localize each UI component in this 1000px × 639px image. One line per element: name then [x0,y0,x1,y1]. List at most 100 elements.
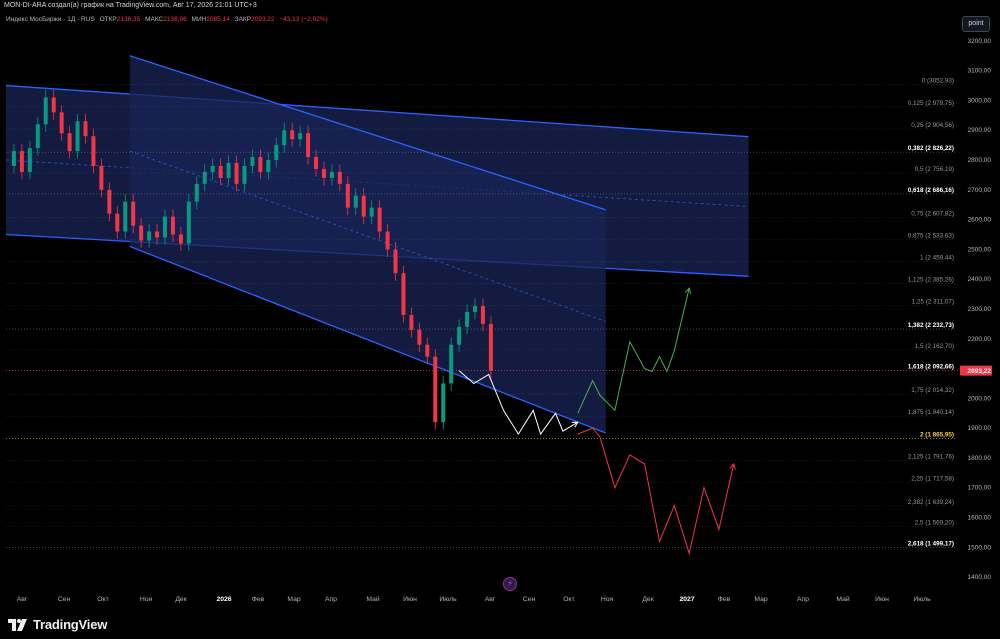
x-axis-tick-label: Май [836,595,850,603]
candle-body [43,97,48,125]
publish-info: MON-DI-ARA создал(а) график на TradingVi… [0,0,1000,12]
fib-level-label: 0,618 (2 686,16) [908,187,954,194]
candle-body [306,133,311,158]
y-axis-tick-label: 2400,00 [968,276,992,283]
y-axis-tick-label: 2800,00 [968,157,992,164]
tradingview-wordmark: TradingView [33,617,108,632]
candle-body [282,130,287,146]
fib-level-label: 2,5 (1 569,20) [915,520,954,527]
candle-body [480,306,485,324]
x-axis-tick-label: Ноя [140,596,153,603]
candle-body [441,383,446,423]
x-axis-tick-label: Авг [485,596,496,603]
candle-body [321,168,326,178]
x-axis-tick-label: Мар [754,596,768,603]
x-axis-tick-label: Мар [287,596,301,603]
candle-body [35,124,40,149]
candle-body [425,344,430,357]
candle-body [433,356,438,423]
candle-body [369,207,374,217]
x-axis-tick-label: Май [366,595,380,603]
fib-level-label: 0,75 (2 607,82) [911,210,954,217]
x-axis-tick-label: Июль [439,596,457,603]
candle-body [234,163,239,184]
footer: TradingView [0,612,1000,639]
y-axis-tick-label: 1700,00 [968,485,992,492]
candle-body [131,201,136,226]
y-axis-tick-label: 3100,00 [968,68,992,75]
flash-icon[interactable]: ⚡ [503,577,517,591]
candle-body [473,306,478,312]
projection-bearish-path [577,427,735,556]
candle-body [361,195,366,217]
y-axis-tick-label: 2500,00 [968,246,992,253]
candle-body [393,249,398,274]
candle-body [417,329,422,345]
fib-level-label: 1,5 (2 162,70) [915,343,954,350]
x-axis-tick-label: Июн [875,596,889,603]
fib-level-label: 2,25 (1 717,58) [911,475,954,482]
y-axis-tick-label: 2000,00 [968,395,992,402]
fib-level-label: 0,382 (2 826,22) [908,145,954,152]
candle-body [345,183,350,208]
fib-level-label: 1,618 (2 092,66) [908,364,954,371]
candle-body [202,171,207,184]
fib-level-label: 1,75 (2 014,32) [911,387,954,394]
candle-body [11,151,16,166]
candle-body [250,157,255,166]
candle-body [337,171,342,184]
candle-body [226,163,231,178]
y-axis-tick-label: 3200,00 [968,38,992,45]
y-axis-tick-label: 3000,00 [968,97,992,104]
x-axis-tick-label: 2027 [679,596,694,603]
x-axis-tick-label: Ноя [601,596,614,603]
x-axis-tick-label: Июль [913,596,931,603]
candle-body [449,344,454,384]
candle-body [266,160,271,172]
y-axis-tick-label: 1400,00 [968,574,992,581]
y-axis-tick-label: 2300,00 [968,306,992,313]
candle-body [409,314,414,330]
candle-body [385,231,390,250]
candle-body [314,157,319,169]
candle-body [377,207,382,232]
y-axis-tick-label: 1500,00 [968,544,992,551]
fib-level-label: 1,382 (2 232,73) [908,322,954,329]
candle-body [51,97,56,113]
x-axis-tick-label: Окт [97,596,108,603]
y-axis-tick-label: 2900,00 [968,127,992,134]
candle-body [27,148,32,172]
fib-level-label: 0,25 (2 904,56) [911,122,954,129]
candle-body [218,165,223,178]
y-axis-tick-label: 2600,00 [968,217,992,224]
tradingview-logo[interactable]: TradingView [8,617,107,632]
candle-body [329,171,334,178]
fib-level-label: 0 (3052,93) [922,78,954,85]
candle-body [457,326,462,345]
y-axis-tick-label: 2200,00 [968,336,992,343]
candle-body [91,136,96,166]
x-axis-tick-label: Апр [797,596,809,603]
fib-level-label: 0,875 (2 533,63) [908,232,954,239]
tradingview-logo-icon [8,618,27,631]
candle-body [298,133,303,140]
candle-body [401,273,406,315]
x-axis-tick-label: 2026 [216,596,231,603]
point-button[interactable]: point [962,16,990,32]
fib-level-label: 1,125 (2 385,26) [908,277,954,284]
candle-body [242,165,247,184]
candle-body [155,231,160,238]
price-chart[interactable]: 0 (3052,93) 0,125 (2 978,75) 0,25 (2 904,5… [0,12,1000,612]
x-axis-tick-label: Фев [718,596,731,603]
candle-body [59,112,64,134]
candle-body [162,216,167,238]
candle-body [99,165,104,190]
y-axis-tick-label: 1800,00 [968,455,992,462]
candle-body [465,311,470,327]
candle-body [186,201,191,244]
candle-body [83,121,88,137]
y-axis-tick-label: 1600,00 [968,515,992,522]
x-axis-tick-label: Апр [325,596,337,603]
x-axis-tick-label: Дек [175,596,186,603]
fib-level-label: 0,5 (2 756,19) [915,166,954,173]
